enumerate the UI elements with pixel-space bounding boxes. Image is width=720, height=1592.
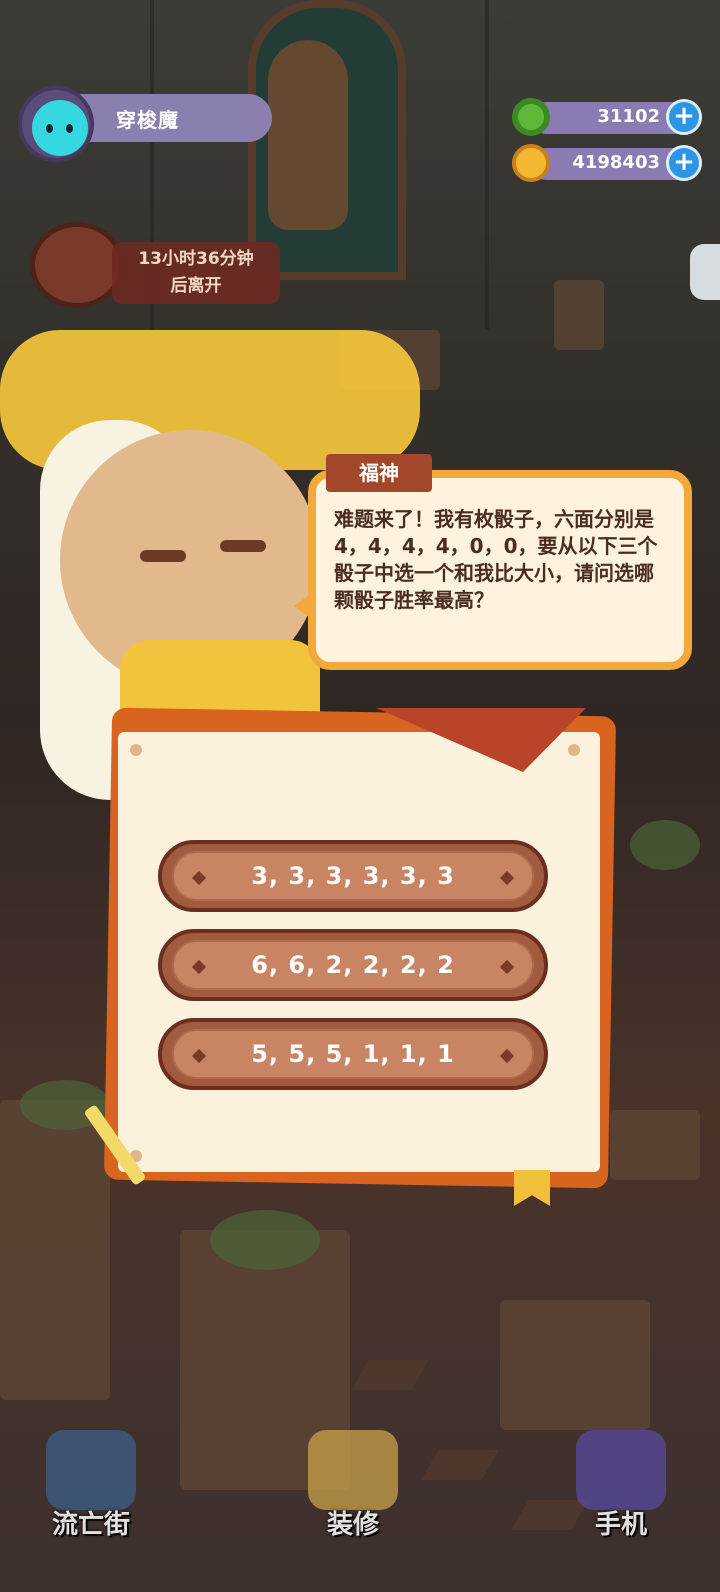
timer-line: 13小时36分钟 — [138, 249, 254, 269]
add-currency-button[interactable]: + — [666, 99, 702, 135]
character-eye — [220, 540, 266, 552]
panel-pin — [568, 744, 580, 756]
phone-icon — [576, 1430, 666, 1510]
answer-option-1-button[interactable]: 3, 3, 3, 3, 3, 3 — [158, 840, 548, 912]
option-label: 3, 3, 3, 3, 3, 3 — [251, 862, 455, 890]
answer-option-2-button[interactable]: 6, 6, 2, 2, 2, 2 — [158, 929, 548, 1001]
currency-value: 4198403 — [572, 152, 660, 173]
nav-label: 流亡街 — [51, 1510, 130, 1540]
option-label: 6, 6, 2, 2, 2, 2 — [251, 951, 455, 979]
visitor-portrait-icon[interactable] — [30, 222, 124, 308]
green-donut-coin-icon — [512, 98, 550, 136]
answer-option-3-button[interactable]: 5, 5, 5, 1, 1, 1 — [158, 1018, 548, 1090]
player-profile[interactable]: 穿梭魔 — [18, 86, 272, 162]
decorate-icon — [308, 1430, 398, 1510]
cat-avatar-icon — [32, 100, 88, 156]
avatar-eye — [46, 124, 53, 133]
scissors-side-button[interactable] — [690, 244, 720, 300]
character-eye — [140, 550, 186, 562]
add-currency-button[interactable]: + — [666, 145, 702, 181]
speaker-name-tag: 福神 — [326, 454, 432, 492]
nav-phone-button[interactable]: 手机 — [556, 1420, 686, 1550]
timer-line: 后离开 — [170, 276, 222, 296]
panel-pin — [130, 744, 142, 756]
visitor-timer-text: 13小时36分钟 后离开 — [112, 246, 280, 300]
currency-donut: 31102 + — [512, 98, 702, 136]
street-portal-icon — [46, 1430, 136, 1510]
nav-decorate-button[interactable]: 装修 — [288, 1420, 418, 1550]
nav-label: 装修 — [326, 1510, 379, 1540]
player-name: 穿梭魔 — [116, 108, 179, 132]
currency-gold: 4198403 + — [512, 144, 702, 182]
dialog-question-text: 难题来了！我有枚骰子，六面分别是4，4，4，4，0，0，要从以下三个骰子中选一个… — [334, 507, 658, 612]
nav-label: 手机 — [594, 1510, 647, 1540]
avatar-eye — [66, 124, 73, 133]
nav-street-button[interactable]: 流亡街 — [26, 1420, 156, 1550]
currency-value: 31102 — [597, 106, 660, 127]
avatar-frame[interactable] — [18, 86, 94, 162]
option-label: 5, 5, 5, 1, 1, 1 — [251, 1040, 455, 1068]
gold-planet-coin-icon — [512, 144, 550, 182]
